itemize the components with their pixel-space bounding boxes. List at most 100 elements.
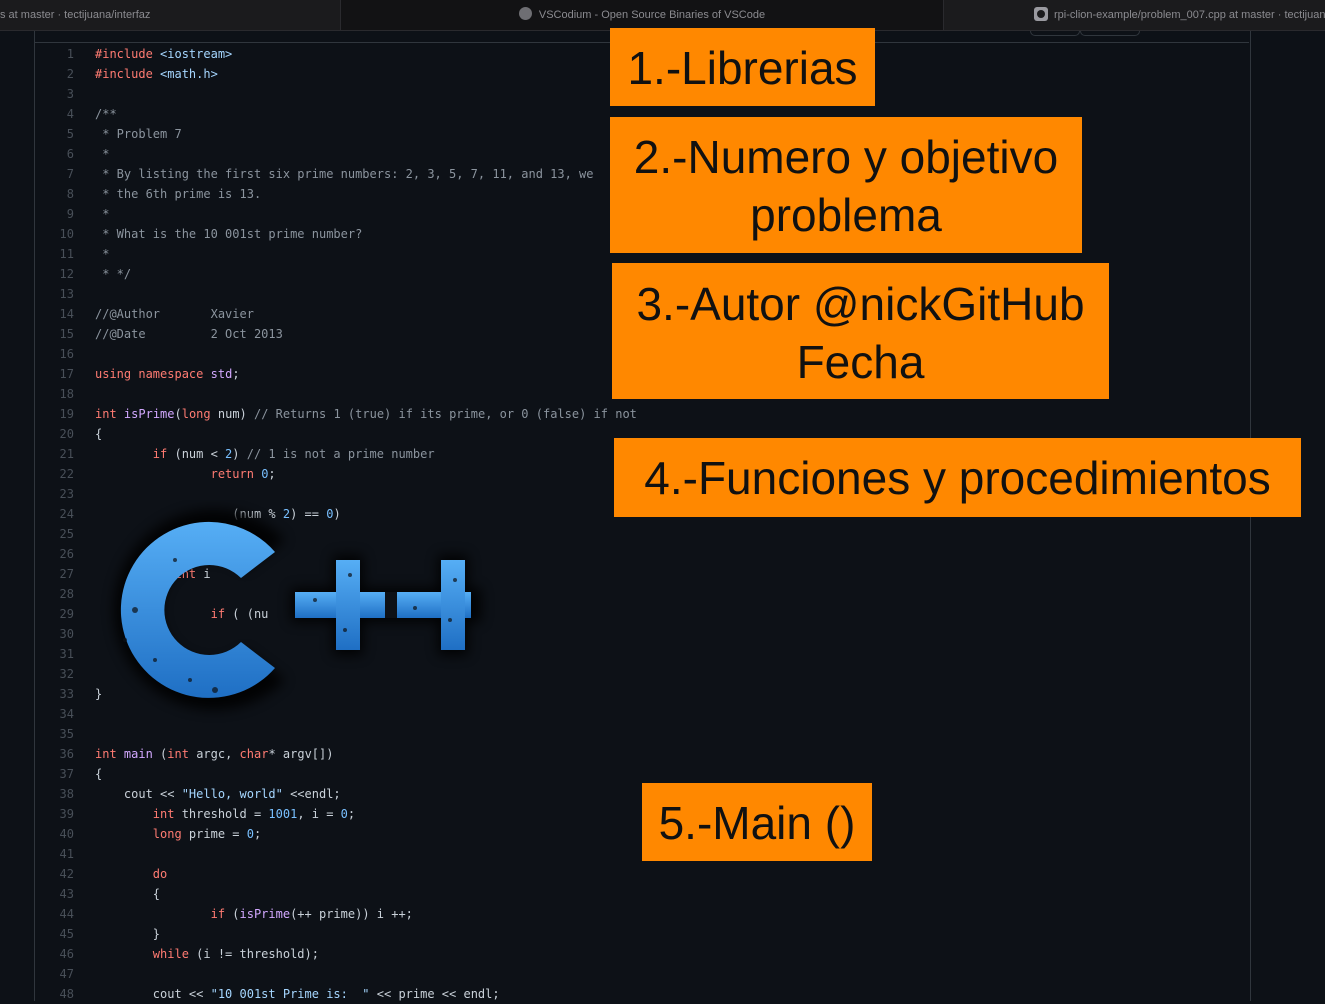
line-number[interactable]: 5	[34, 124, 74, 144]
line-number[interactable]: 3	[34, 84, 74, 104]
code-text: /**	[95, 107, 117, 121]
line-number[interactable]: 7	[34, 164, 74, 184]
line-number[interactable]: 18	[34, 384, 74, 404]
line-number[interactable]: 21	[34, 444, 74, 464]
line-number[interactable]: 26	[34, 544, 74, 564]
annotation-text: problema	[750, 189, 942, 241]
annotation-text: 1.-Librerias	[627, 42, 858, 94]
line-number[interactable]: 2	[34, 64, 74, 84]
browser-tab-1[interactable]: s at master · tectijuana/interfaz	[0, 0, 338, 30]
line-number[interactable]: 47	[34, 964, 74, 984]
line-number[interactable]: 33	[34, 684, 74, 704]
annotation-text: 4.-Funciones y procedimientos	[644, 452, 1271, 504]
code-text: #include <math.h>	[95, 67, 218, 81]
code-text: {	[95, 887, 161, 901]
raw-button[interactable]	[1030, 31, 1080, 36]
line-number[interactable]: 1	[34, 44, 74, 64]
line-number[interactable]: 23	[34, 484, 74, 504]
code-text: if (num < 2) // 1 is not a prime number	[152, 447, 435, 461]
code-text: }	[95, 927, 161, 941]
annotation-problem: 2.-Numero y objetivo problema	[610, 117, 1082, 253]
line-number[interactable]: 35	[34, 724, 74, 744]
line-number[interactable]: 14	[34, 304, 74, 324]
line-number[interactable]: 34	[34, 704, 74, 724]
line-number[interactable]: 17	[34, 364, 74, 384]
vscodium-favicon-icon	[518, 7, 532, 20]
line-number[interactable]: 12	[34, 264, 74, 284]
annotation-author: 3.-Autor @nickGitHub Fecha	[612, 263, 1109, 399]
code-text: do	[152, 867, 168, 881]
cpp-logo-icon	[113, 509, 481, 710]
annotation-main: 5.-Main ()	[642, 783, 872, 861]
line-number[interactable]: 41	[34, 844, 74, 864]
code-text: return 0;	[210, 467, 276, 481]
code-text: * the 6th prime is 13.	[95, 187, 262, 201]
line-number[interactable]: 31	[34, 644, 74, 664]
code-text: * */	[95, 267, 132, 281]
code-line: 48 cout << "10 001st Prime is: " << prim…	[34, 984, 1249, 1004]
tab-title: s at master · tectijuana/interfaz	[0, 9, 151, 21]
code-text: //@Author Xavier	[95, 307, 254, 321]
code-line: 47	[34, 964, 1249, 984]
blame-button[interactable]	[1080, 31, 1140, 36]
line-number[interactable]: 43	[34, 884, 74, 904]
line-number[interactable]: 20	[34, 424, 74, 444]
line-number[interactable]: 13	[34, 284, 74, 304]
code-text: while (i != threshold);	[152, 947, 319, 961]
code-text: {	[95, 767, 103, 781]
code-text: cout << "Hello, world" <<endl;	[95, 787, 341, 801]
line-number[interactable]: 16	[34, 344, 74, 364]
line-number[interactable]: 37	[34, 764, 74, 784]
line-number[interactable]: 39	[34, 804, 74, 824]
line-number[interactable]: 36	[34, 744, 74, 764]
line-number[interactable]: 4	[34, 104, 74, 124]
code-line: 46 while (i != threshold);	[34, 944, 1249, 964]
browser-tab-3[interactable]: rpi-clion-example/problem_007.cpp at mas…	[944, 0, 1325, 30]
code-text: *	[95, 247, 110, 261]
code-text: * By listing the first six prime numbers…	[95, 167, 594, 181]
code-line: 37 {	[34, 764, 1249, 784]
line-number[interactable]: 9	[34, 204, 74, 224]
line-number[interactable]: 28	[34, 584, 74, 604]
annotation-text: 3.-Autor @nickGitHub	[636, 278, 1085, 330]
code-text: * What is the 10 001st prime number?	[95, 227, 363, 241]
code-line: 44 if (isPrime(++ prime)) i ++;	[34, 904, 1249, 924]
line-number[interactable]: 48	[34, 984, 74, 1004]
line-number[interactable]: 25	[34, 524, 74, 544]
line-number[interactable]: 27	[34, 564, 74, 584]
code-text: using namespace std;	[95, 367, 240, 381]
line-number[interactable]: 42	[34, 864, 74, 884]
code-text: int isPrime(long num) // Returns 1 (true…	[95, 407, 637, 421]
line-number[interactable]: 46	[34, 944, 74, 964]
line-number[interactable]: 11	[34, 244, 74, 264]
code-text: int threshold = 1001, i = 0;	[152, 807, 356, 821]
line-number[interactable]: 45	[34, 924, 74, 944]
annotation-libraries: 1.-Librerias	[610, 28, 875, 106]
annotation-functions: 4.-Funciones y procedimientos	[614, 438, 1301, 517]
line-number[interactable]: 22	[34, 464, 74, 484]
code-line: 36 int main (int argc, char* argv[])	[34, 744, 1249, 764]
line-number[interactable]: 19	[34, 404, 74, 424]
line-number[interactable]: 15	[34, 324, 74, 344]
browser-tab-bar: s at master · tectijuana/interfaz VSCodi…	[0, 0, 1325, 31]
browser-tab-2[interactable]: VSCodium - Open Source Binaries of VSCod…	[340, 0, 944, 30]
code-text: //@Date 2 Oct 2013	[95, 327, 283, 341]
code-text: {	[95, 427, 103, 441]
code-text: * Problem 7	[95, 127, 182, 141]
line-number[interactable]: 8	[34, 184, 74, 204]
line-number[interactable]: 44	[34, 904, 74, 924]
code-text: long prime = 0;	[152, 827, 262, 841]
line-number[interactable]: 24	[34, 504, 74, 524]
line-number[interactable]: 30	[34, 624, 74, 644]
code-text: cout << "10 001st Prime is: " << prime <…	[95, 987, 500, 1001]
code-text: int main (int argc, char* argv[])	[95, 747, 334, 761]
line-number[interactable]: 32	[34, 664, 74, 684]
code-line: 19 int isPrime(long num) // Returns 1 (tr…	[34, 404, 1249, 424]
annotation-text: 5.-Main ()	[658, 797, 856, 849]
line-number[interactable]: 6	[34, 144, 74, 164]
tab-title: VSCodium - Open Source Binaries of VSCod…	[538, 9, 766, 21]
line-number[interactable]: 38	[34, 784, 74, 804]
line-number[interactable]: 29	[34, 604, 74, 624]
line-number[interactable]: 40	[34, 824, 74, 844]
line-number[interactable]: 10	[34, 224, 74, 244]
